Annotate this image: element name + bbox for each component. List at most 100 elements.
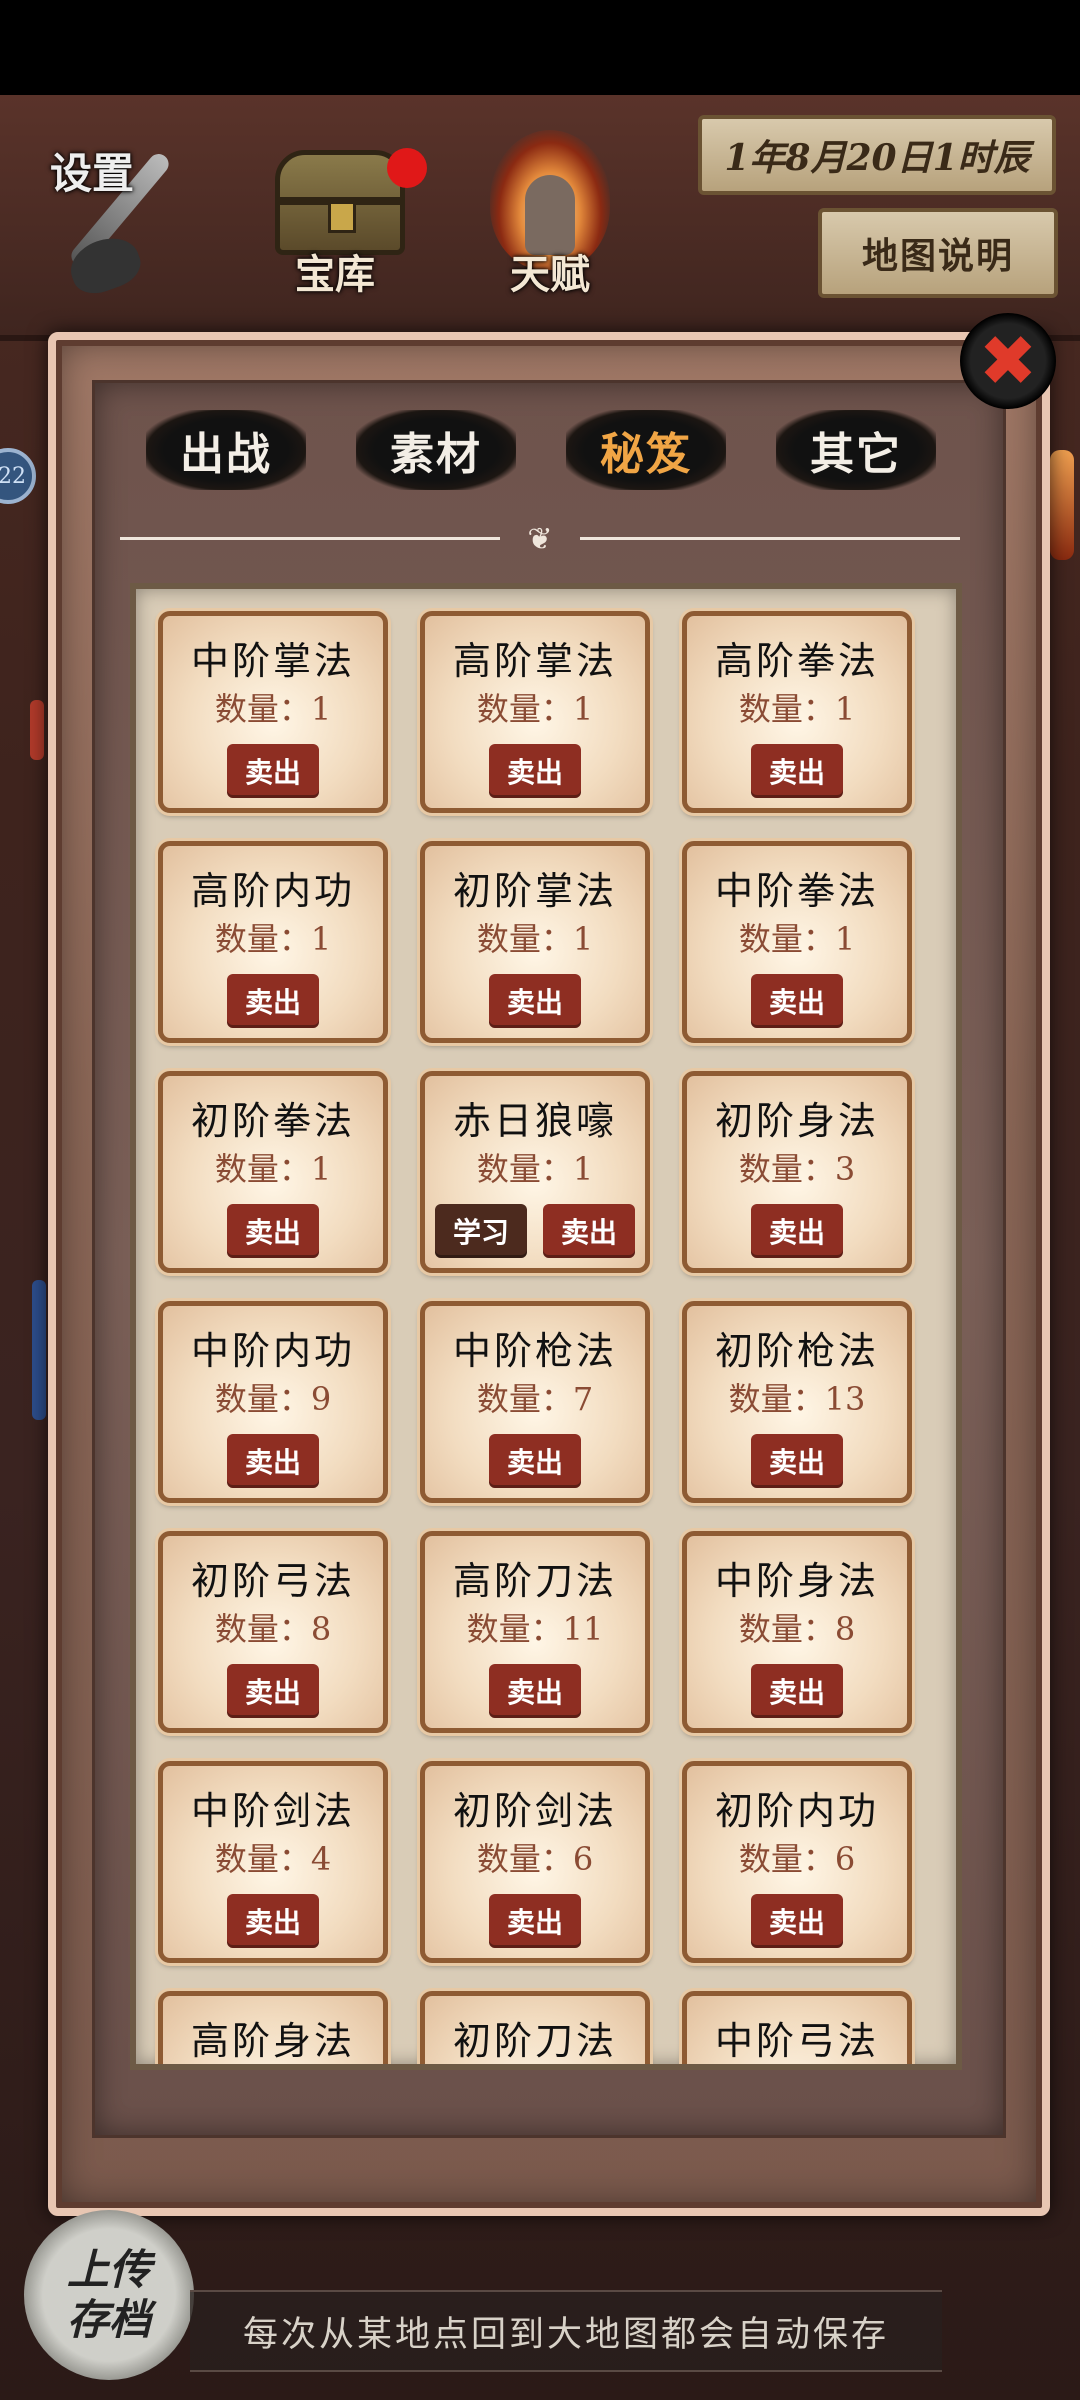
manual-card[interactable]: 高阶拳法 数量：1 卖出 (682, 611, 912, 813)
side-decoration-fire (1050, 450, 1074, 560)
manual-name: 初阶身法 (714, 1099, 879, 1143)
sell-button[interactable]: 卖出 (227, 744, 319, 798)
chest-icon (275, 150, 405, 255)
manual-quantity: 数量：7 (476, 1380, 594, 1418)
manual-name: 高阶掌法 (452, 639, 617, 683)
manual-card[interactable]: 中阶拳法 数量：1 卖出 (682, 841, 912, 1043)
manual-actions: 卖出 (163, 1894, 383, 1948)
manual-name: 高阶拳法 (714, 639, 879, 683)
manual-quantity: 数量：1 (214, 920, 332, 958)
tab-materials[interactable]: 素材 (356, 410, 516, 490)
close-icon[interactable]: ✖ (960, 313, 1056, 409)
manual-quantity: 数量：8 (738, 1610, 856, 1648)
talent-button[interactable]: 天赋 (470, 130, 630, 300)
settings-button[interactable]: 设置 (40, 130, 200, 301)
sell-button[interactable]: 卖出 (751, 1204, 843, 1258)
manual-name: 初阶内功 (714, 1789, 879, 1833)
manual-actions: 卖出 (687, 744, 907, 798)
tab-battle[interactable]: 出战 (146, 410, 306, 490)
sell-button[interactable]: 卖出 (227, 1204, 319, 1258)
tab-secret-manuals[interactable]: 秘笈 (566, 410, 726, 490)
manual-card[interactable]: 初阶内功数量：6 卖出 (682, 1761, 912, 1963)
sell-button[interactable]: 卖出 (227, 974, 319, 1028)
sell-button[interactable]: 卖出 (489, 974, 581, 1028)
manual-card[interactable]: 初阶枪法 数量：13 卖出 (682, 1301, 912, 1503)
sell-button[interactable]: 卖出 (489, 1894, 581, 1948)
sell-button[interactable]: 卖出 (227, 1664, 319, 1718)
brush-tip-icon (63, 229, 147, 301)
sell-button[interactable]: 卖出 (751, 1894, 843, 1948)
manual-actions: 卖出 (425, 1434, 645, 1488)
manual-card[interactable]: 高阶内功数量：1 卖出 (158, 841, 388, 1043)
manual-quantity: 数量：1 (476, 1150, 594, 1188)
manual-quantity: 数量：1 (476, 690, 594, 728)
upload-save-button[interactable]: 上传 存档 (24, 2210, 194, 2380)
ornament-icon: ❦ (527, 522, 553, 557)
manual-name: 高阶内功 (190, 869, 355, 913)
learn-button[interactable]: 学习 (435, 1204, 527, 1258)
manual-card[interactable]: 初阶拳法数量：1 卖出 (158, 1071, 388, 1273)
manual-name: 中阶剑法 (190, 1789, 355, 1833)
sell-button[interactable]: 卖出 (227, 1434, 319, 1488)
notification-dot (387, 148, 427, 188)
manual-list[interactable]: 中阶掌法 数量：1 卖出 高阶掌法 数量：1 卖出 高阶拳法 数量：1 卖出 高阶内功 数量：1 卖出… (130, 583, 962, 2070)
manual-quantity: 数量：11 (466, 1610, 604, 1648)
sell-button[interactable]: 卖出 (227, 1894, 319, 1948)
sell-button[interactable]: 卖出 (751, 1434, 843, 1488)
manual-actions: 卖出 (687, 1204, 907, 1258)
manual-actions: 卖出 (687, 1664, 907, 1718)
sell-button[interactable]: 卖出 (489, 744, 581, 798)
game-date: 1年8月20日1时辰 (698, 115, 1056, 195)
sell-button[interactable]: 卖出 (751, 974, 843, 1028)
manual-name: 初阶剑法 (452, 1789, 617, 1833)
manual-quantity: 数量：6 (738, 1840, 856, 1878)
manual-name: 赤日狼嚎 (452, 1099, 617, 1143)
sell-button[interactable]: 卖出 (489, 1434, 581, 1488)
manual-card[interactable]: 初阶剑法 数量：6 卖出 (420, 1761, 650, 1963)
manual-card[interactable]: 中阶内功 数量：9 卖出 (158, 1301, 388, 1503)
sell-button[interactable]: 卖出 (489, 1664, 581, 1718)
manual-name: 高阶身法 (190, 2019, 355, 2063)
manual-actions: 卖出 (687, 1434, 907, 1488)
map-help-button[interactable]: 地图说明 (818, 208, 1058, 298)
sell-button[interactable]: 卖出 (543, 1204, 635, 1258)
sell-button[interactable]: 卖出 (751, 1664, 843, 1718)
manual-actions: 卖出 (425, 1894, 645, 1948)
manual-card[interactable]: 初阶身法 数量：3 卖出 (682, 1071, 912, 1273)
manual-card[interactable]: 中阶身法数量：8 卖出 (682, 1531, 912, 1733)
manual-actions: 卖出 (163, 744, 383, 798)
manual-actions: 学习 卖出 (425, 1204, 645, 1258)
upload-label-line2: 存档 (66, 2295, 151, 2344)
manual-actions: 卖出 (425, 1664, 645, 1718)
manual-card[interactable]: 赤日狼嚎数量：1 学习 卖出 (420, 1071, 650, 1273)
manual-card[interactable]: 高阶掌法数量：1 卖出 (420, 611, 650, 813)
manual-name: 中阶枪法 (452, 1329, 617, 1373)
manual-card[interactable]: 初阶弓法 数量：8 卖出 (158, 1531, 388, 1733)
sell-button[interactable]: 卖出 (751, 744, 843, 798)
manual-name: 中阶弓法 (714, 2019, 879, 2063)
manual-card[interactable]: 高阶身法 (158, 1991, 388, 2064)
manual-name: 初阶拳法 (190, 1099, 355, 1143)
manual-card[interactable]: 高阶刀法数量：11 卖出 (420, 1531, 650, 1733)
manual-quantity: 数量：1 (214, 1150, 332, 1188)
manual-name: 初阶弓法 (190, 1559, 355, 1603)
manual-quantity: 数量：1 (214, 690, 332, 728)
manual-card[interactable]: 中阶枪法数量：7 卖出 (420, 1301, 650, 1503)
manual-name: 高阶刀法 (452, 1559, 617, 1603)
manual-name: 初阶掌法 (452, 869, 617, 913)
manual-name: 中阶拳法 (714, 869, 879, 913)
manual-actions: 卖出 (163, 1664, 383, 1718)
manual-actions: 卖出 (425, 744, 645, 798)
manual-card[interactable]: 中阶剑法 数量：4 卖出 (158, 1761, 388, 1963)
tab-others[interactable]: 其它 (776, 410, 936, 490)
manual-name: 中阶身法 (714, 1559, 879, 1603)
settings-label: 设置 (50, 149, 135, 198)
treasure-button[interactable]: 宝库 (255, 130, 427, 300)
manual-card[interactable]: 初阶掌法 数量：1 卖出 (420, 841, 650, 1043)
manual-card[interactable]: 中阶弓法 (682, 1991, 912, 2064)
manual-actions: 卖出 (687, 974, 907, 1028)
manual-card[interactable]: 中阶掌法 数量：1 卖出 (158, 611, 388, 813)
manual-card[interactable]: 初阶刀法 (420, 1991, 650, 2064)
manual-actions: 卖出 (163, 1204, 383, 1258)
manual-name: 初阶刀法 (452, 2019, 617, 2063)
